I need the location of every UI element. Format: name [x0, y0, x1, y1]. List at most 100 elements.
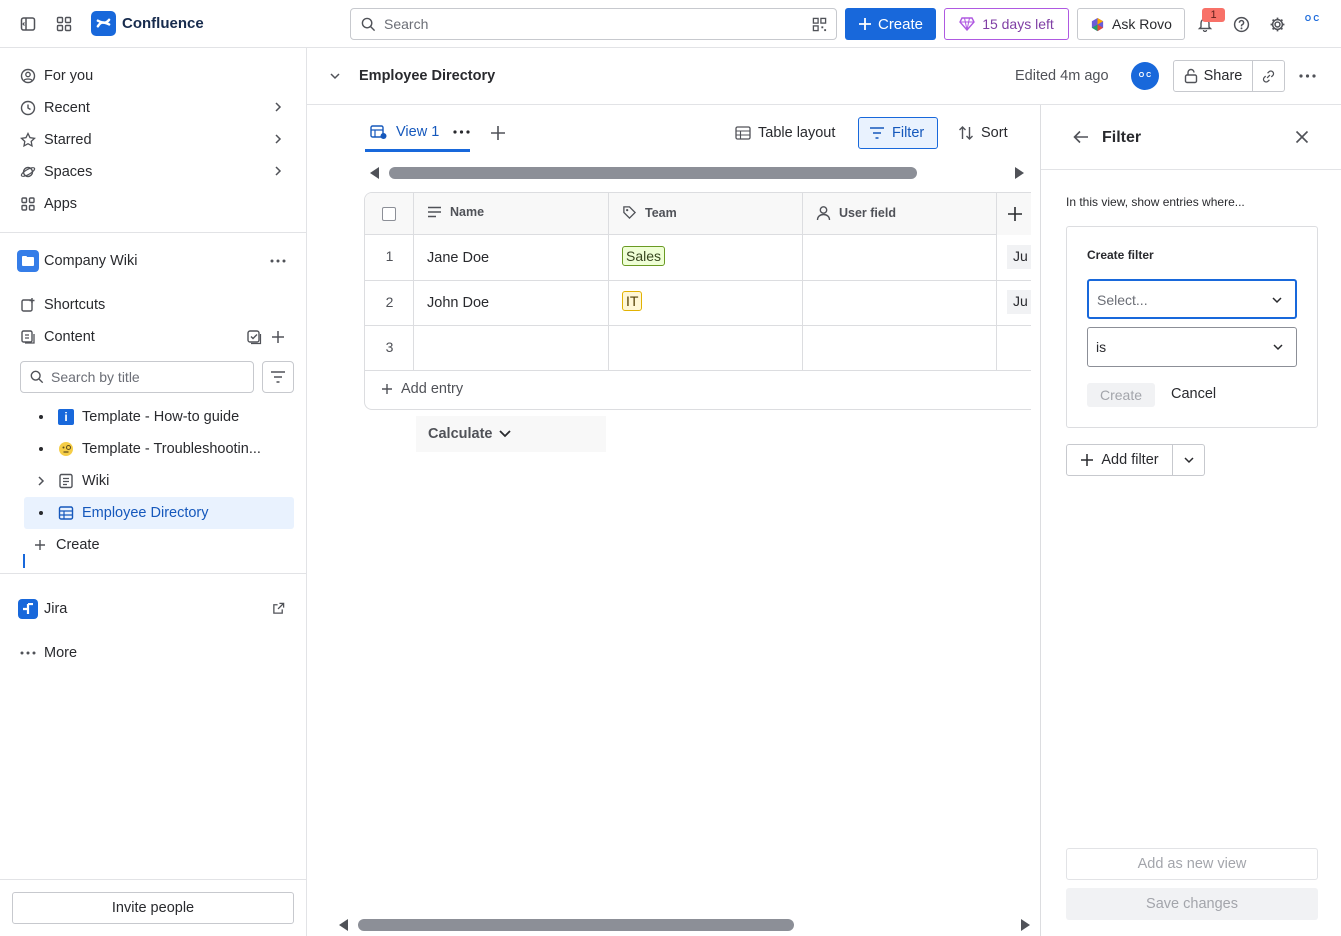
chevron-right-icon[interactable] — [272, 101, 284, 113]
settings-gear-icon[interactable] — [1261, 8, 1293, 40]
qr-scan-icon[interactable] — [812, 17, 827, 32]
tree-item-label: Template - How-to guide — [82, 409, 240, 425]
filter-operator-select[interactable]: is — [1087, 327, 1297, 367]
tree-item-employee-directory[interactable]: Employee Directory — [24, 497, 294, 529]
row-divider — [365, 280, 1031, 281]
back-arrow-icon[interactable] — [1073, 130, 1089, 144]
row-number[interactable]: 2 — [365, 294, 414, 310]
bullet — [39, 447, 43, 451]
sidebar-divider — [0, 232, 306, 233]
content-filter-check-icon[interactable] — [246, 329, 262, 345]
horizontal-scrollbar-thumb[interactable] — [358, 919, 794, 931]
ask-rovo-button[interactable]: Ask Rovo — [1077, 8, 1185, 40]
add-content-icon[interactable] — [271, 330, 285, 344]
header-user-field[interactable]: User field — [816, 205, 896, 221]
close-icon[interactable] — [1295, 130, 1309, 144]
trial-days-button[interactable]: 15 days left — [944, 8, 1069, 40]
add-filter-label: Add filter — [1101, 452, 1159, 468]
shortcut-icon — [21, 298, 35, 312]
scroll-right-arrow-icon[interactable] — [1014, 166, 1026, 180]
header-team[interactable]: Team — [622, 205, 677, 220]
row-number[interactable]: 3 — [365, 339, 414, 355]
sidebar-item-content[interactable]: Content — [12, 321, 294, 353]
confluence-logo-icon[interactable] — [91, 11, 116, 36]
save-changes-button[interactable]: Save changes — [1066, 888, 1318, 920]
cell-overflow[interactable]: Ju — [1007, 290, 1031, 314]
add-filter-button[interactable]: Add filter — [1066, 444, 1173, 476]
sidebar-item-shortcuts[interactable]: Shortcuts — [12, 289, 294, 321]
sidebar-item-for-you[interactable]: For you — [12, 60, 294, 92]
search-by-title-input[interactable]: Search by title — [20, 361, 254, 393]
chevron-right-icon[interactable] — [272, 133, 284, 145]
chevron-right-icon[interactable] — [272, 165, 284, 177]
add-view-icon[interactable] — [490, 125, 506, 141]
tag-icon — [623, 206, 637, 220]
share-button[interactable]: Share — [1173, 60, 1253, 92]
filter-field-select[interactable]: Select... — [1087, 279, 1297, 319]
scroll-right-arrow-icon[interactable] — [1020, 918, 1032, 932]
profile-avatar[interactable]: O C — [1300, 13, 1324, 37]
content-filter-button[interactable] — [262, 361, 294, 393]
invite-people-button[interactable]: Invite people — [12, 892, 294, 924]
tree-create-button[interactable]: Create — [24, 529, 294, 561]
sidebar-item-more[interactable]: More — [12, 637, 294, 669]
add-entry-button[interactable]: Add entry — [381, 381, 463, 397]
chevron-down-icon[interactable] — [329, 70, 341, 82]
sidebar-item-jira[interactable]: Jira — [12, 593, 294, 625]
sidebar-toggle-icon[interactable] — [12, 8, 44, 40]
create-button[interactable]: Create — [845, 8, 936, 40]
filter-button[interactable]: Filter — [858, 117, 938, 149]
view-options-icon[interactable] — [453, 130, 470, 134]
scroll-left-arrow-icon[interactable] — [337, 918, 349, 932]
add-as-new-view-button[interactable]: Add as new view — [1066, 848, 1318, 880]
app-switcher-icon[interactable] — [48, 8, 80, 40]
team-tag-it[interactable]: IT — [622, 291, 643, 311]
search-icon — [361, 17, 376, 32]
help-icon[interactable] — [1225, 8, 1257, 40]
brand-name[interactable]: Confluence — [122, 15, 204, 32]
create-filter-label: Create filter — [1087, 248, 1154, 262]
row-number[interactable]: 1 — [365, 248, 414, 264]
external-link-icon[interactable] — [272, 602, 285, 615]
copy-link-button[interactable] — [1253, 60, 1285, 92]
sidebar-item-spaces[interactable]: Spaces — [12, 156, 294, 188]
create-filter-button[interactable]: Create — [1087, 383, 1155, 407]
tree-item-wiki[interactable]: Wiki — [24, 465, 294, 497]
space-header-company-wiki[interactable]: Company Wiki — [12, 245, 294, 277]
tree-item-troubleshooting[interactable]: Template - Troubleshootin... — [24, 433, 294, 465]
tree-item-how-to-guide[interactable]: i Template - How-to guide — [24, 401, 294, 433]
chevron-right-icon[interactable] — [36, 475, 46, 487]
select-all-checkbox[interactable] — [382, 207, 396, 221]
sidebar-item-starred[interactable]: Starred — [12, 124, 294, 156]
add-column-button[interactable] — [997, 193, 1031, 235]
global-search-input[interactable]: Search — [350, 8, 837, 40]
apps-icon — [21, 197, 35, 211]
row-divider — [365, 370, 1031, 371]
more-actions-icon[interactable] — [1299, 74, 1316, 78]
more-options-icon[interactable] — [270, 259, 286, 263]
cancel-button[interactable]: Cancel — [1171, 386, 1216, 402]
sidebar-item-apps[interactable]: Apps — [12, 188, 294, 220]
tab-view-1[interactable]: View 1 — [370, 124, 470, 140]
collaborator-avatar[interactable]: O C — [1131, 62, 1159, 90]
sort-button[interactable]: Sort — [950, 117, 1016, 149]
person-icon — [816, 206, 831, 221]
left-sidebar: For you Recent Starred Spaces Apps Compa… — [0, 48, 307, 936]
calculate-button[interactable]: Calculate — [416, 416, 606, 452]
sidebar-item-label: Jira — [44, 601, 68, 617]
table-layout-button[interactable]: Table layout — [727, 117, 843, 149]
cell-name[interactable]: Jane Doe — [427, 250, 489, 266]
edited-timestamp[interactable]: Edited 4m ago — [1015, 68, 1109, 84]
sidebar-item-recent[interactable]: Recent — [12, 92, 294, 124]
cell-overflow[interactable]: Ju — [1007, 245, 1031, 269]
scroll-left-arrow-icon[interactable] — [368, 166, 380, 180]
add-filter-dropdown[interactable] — [1173, 444, 1205, 476]
team-tag-sales[interactable]: Sales — [622, 246, 666, 266]
header-name[interactable]: Name — [427, 205, 484, 219]
table-layout-icon — [735, 126, 751, 140]
top-navigation-bar: Confluence Search Create 15 days left As… — [0, 0, 1341, 48]
cell-name[interactable]: John Doe — [427, 295, 489, 311]
filter-panel: Filter In this view, show entries where.… — [1040, 105, 1341, 936]
horizontal-scrollbar-thumb[interactable] — [389, 167, 917, 179]
column-name — [414, 193, 609, 371]
